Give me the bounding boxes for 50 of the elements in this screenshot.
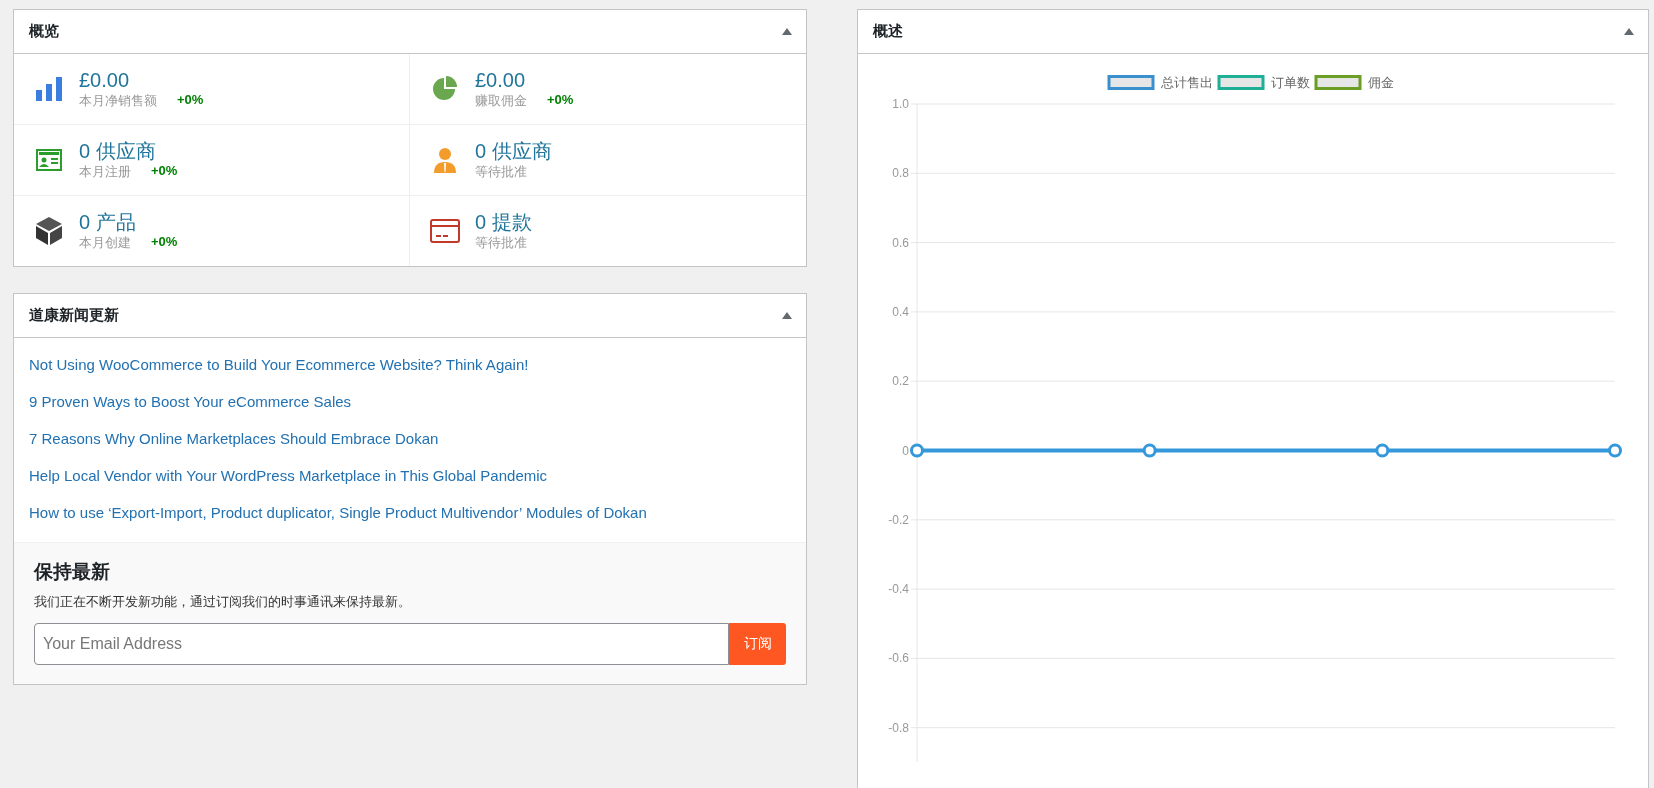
stat-label: 等待批准 bbox=[475, 234, 527, 252]
panel-title: 道康新闻更新 bbox=[29, 306, 119, 325]
pie-chart-icon bbox=[430, 76, 460, 102]
collapse-icon[interactable] bbox=[1624, 28, 1634, 35]
stat-change: +0% bbox=[151, 163, 178, 180]
axis-tick-label: -0.4 bbox=[888, 582, 909, 597]
news-link[interactable]: Help Local Vendor with Your WordPress Marketplace in This Global Pandemic bbox=[29, 466, 791, 486]
cube-icon bbox=[34, 216, 64, 246]
stat-change: +0% bbox=[177, 92, 204, 109]
stat-label: 本月注册 bbox=[79, 163, 131, 181]
stat-value: £0.00 bbox=[79, 68, 131, 92]
axis-tick-label: -0.2 bbox=[888, 512, 909, 527]
collapse-icon[interactable] bbox=[782, 312, 792, 319]
panel-title: 概览 bbox=[29, 22, 59, 41]
axis-tick-label: -0.8 bbox=[888, 720, 909, 735]
stat-value: 0 产品 bbox=[79, 210, 137, 234]
legend-item[interactable]: 总计售出 bbox=[1107, 75, 1213, 90]
stat-label: 赚取佣金 bbox=[475, 92, 527, 110]
stat-value: 0 提款 bbox=[475, 210, 532, 234]
axis-tick-label: 0.6 bbox=[892, 235, 909, 250]
news-link[interactable]: How to use ‘Export-Import, Product duplicator, Single Product Multivendor’ Modules of Dokan bbox=[29, 503, 791, 523]
axis-tick-label: 0.4 bbox=[892, 304, 909, 319]
stat-label: 本月创建 bbox=[79, 234, 131, 252]
email-field[interactable]: Your Email Address bbox=[34, 623, 729, 665]
stat-change: +0% bbox=[151, 234, 178, 251]
axis-tick-label: -0.6 bbox=[888, 651, 909, 666]
panel-title: 概述 bbox=[873, 22, 903, 41]
stat-label: 本月净销售额 bbox=[79, 92, 157, 110]
axis-tick-label: 1.0 bbox=[892, 97, 909, 111]
stat-value: 0 供应商 bbox=[79, 139, 157, 163]
stat-value: 0 供应商 bbox=[475, 139, 552, 163]
legend-label: 订单数 bbox=[1270, 75, 1310, 90]
subscribe-title: 保持最新 bbox=[34, 560, 111, 584]
axis-tick-label: 0.2 bbox=[892, 374, 909, 389]
subscribe-text: 我们正在不断开发新功能，通过订阅我们的时事通讯来保持最新。 bbox=[34, 593, 412, 611]
news-link[interactable]: 9 Proven Ways to Boost Your eCommerce Sales bbox=[29, 392, 791, 412]
credit-card-icon bbox=[430, 219, 460, 243]
subscribe-button[interactable]: 订阅 bbox=[729, 623, 786, 665]
news-link[interactable]: 7 Reasons Why Online Marketplaces Should Embrace Dokan bbox=[29, 429, 791, 449]
collapse-icon[interactable] bbox=[782, 28, 792, 35]
bar-chart-icon bbox=[34, 77, 64, 101]
news-link[interactable]: Not Using WooCommerce to Build Your Ecommerce Website? Think Again! bbox=[29, 355, 791, 375]
stat-value: £0.00 bbox=[475, 68, 527, 92]
legend-label: 总计售出 bbox=[1159, 75, 1213, 90]
legend-label: 佣金 bbox=[1367, 75, 1394, 90]
axis-tick-label: 0 bbox=[902, 443, 909, 458]
stat-label: 等待批准 bbox=[475, 163, 527, 181]
stat-change: +0% bbox=[547, 92, 574, 109]
id-card-icon bbox=[34, 149, 64, 171]
axis-tick-label: 0.8 bbox=[892, 166, 909, 181]
